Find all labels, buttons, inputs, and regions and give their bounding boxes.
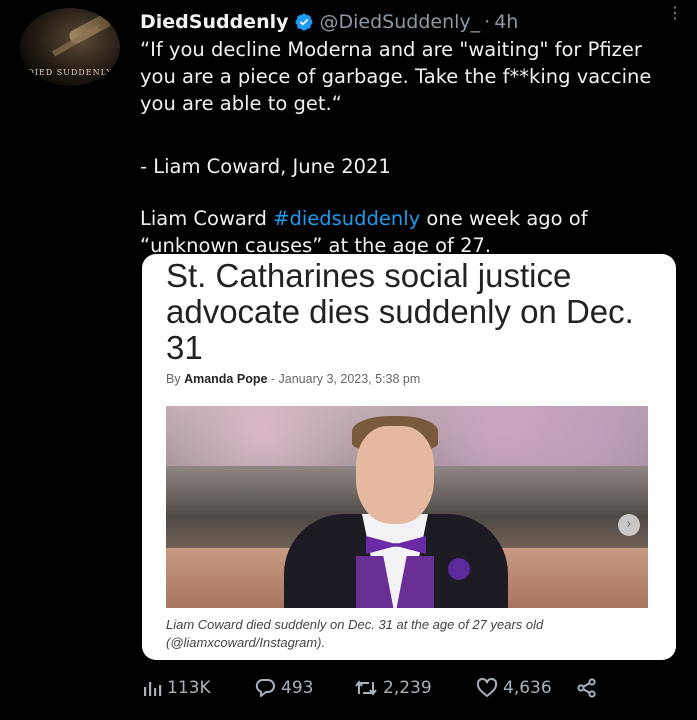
tweet-attribution: - Liam Coward, June 2021 — [140, 155, 391, 178]
more-icon[interactable]: ⋮ — [667, 5, 683, 21]
reply-button[interactable]: 493 — [254, 678, 354, 698]
views-count: 113K — [167, 678, 211, 698]
tweet-comment: Liam Coward #diedsuddenly one week ago o… — [140, 205, 680, 259]
article-image-card[interactable]: St. Catharines social justice advocate d… — [142, 254, 676, 660]
article-photo: › — [166, 406, 648, 608]
retweet-button[interactable]: 2,239 — [354, 678, 476, 698]
likes-count: 4,636 — [503, 678, 552, 698]
avatar-logo-text: DIED SUDDENLY — [27, 68, 113, 77]
tweet-header: DiedSuddenly @DiedSuddenly_ · 4h ⋮ — [140, 5, 683, 34]
person-face — [356, 426, 434, 524]
views-button[interactable]: 113K — [142, 678, 254, 698]
byline-prefix: By — [166, 372, 185, 386]
display-name[interactable]: DiedSuddenly — [140, 11, 289, 33]
tweet-actions: 113K 493 2,239 4,636 — [142, 676, 598, 700]
views-icon — [144, 682, 162, 696]
share-icon — [577, 678, 596, 698]
reply-icon — [255, 679, 275, 697]
replies-count: 493 — [281, 678, 314, 698]
timestamp[interactable]: 4h — [494, 11, 518, 33]
carousel-next-icon[interactable]: › — [618, 514, 640, 536]
article-date: - January 3, 2023, 5:38 pm — [267, 372, 421, 386]
like-icon — [476, 678, 498, 697]
article-byline: By Amanda Pope - January 3, 2023, 5:38 p… — [166, 372, 420, 386]
verified-badge-icon — [294, 13, 313, 31]
tweet-quote: “If you decline Moderna and are "waiting… — [140, 38, 652, 115]
user-handle[interactable]: @DiedSuddenly_ — [320, 11, 481, 33]
retweets-count: 2,239 — [383, 678, 432, 698]
photo-caption: Liam Coward died suddenly on Dec. 31 at … — [166, 617, 544, 650]
article-headline: St. Catharines social justice advocate d… — [166, 257, 634, 366]
retweet-icon — [355, 680, 377, 696]
hashtag-link[interactable]: #diedsuddenly — [273, 207, 420, 230]
article-author: Amanda Pope — [184, 372, 268, 386]
lapel-flower — [448, 558, 470, 580]
separator-dot: · — [484, 11, 491, 33]
avatar[interactable]: DIED SUDDENLY — [20, 8, 120, 86]
like-button[interactable]: 4,636 — [476, 678, 576, 698]
tweet-comment-start: Liam Coward — [140, 207, 274, 230]
share-button[interactable] — [576, 678, 598, 698]
tweet-text: “If you decline Moderna and are "waiting… — [140, 36, 680, 259]
